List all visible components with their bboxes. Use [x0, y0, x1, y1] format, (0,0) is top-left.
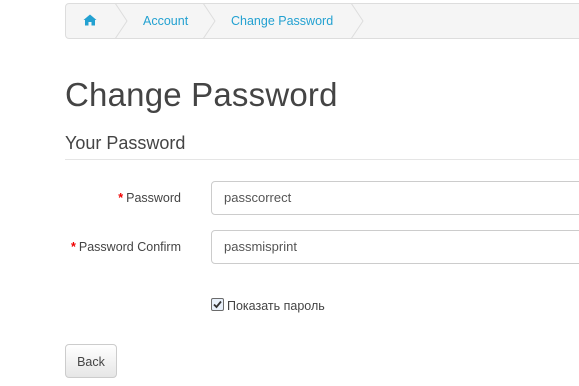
back-button[interactable]: Back	[65, 344, 117, 378]
show-password-checkbox[interactable]	[211, 298, 224, 311]
checkmark-icon	[213, 300, 222, 309]
show-password-label: Показать пароль	[227, 299, 325, 313]
breadcrumb-item-change-password[interactable]: Change Password	[231, 4, 333, 38]
breadcrumb-home[interactable]	[66, 4, 114, 38]
breadcrumb-separator	[115, 4, 128, 38]
password-label-text: Password	[126, 191, 181, 205]
password-confirm-label-text: Password Confirm	[78, 240, 181, 254]
form-legend: Your Password	[65, 133, 579, 160]
password-confirm-label: * Password Confirm	[65, 240, 181, 254]
password-label: * Password	[65, 191, 181, 205]
show-password-option[interactable]: Показать пароль	[211, 298, 325, 314]
home-icon[interactable]	[83, 14, 97, 28]
breadcrumb-separator	[203, 4, 216, 38]
breadcrumb-item-account[interactable]: Account	[143, 4, 188, 38]
page-title: Change Password	[65, 76, 338, 113]
breadcrumb: Account Change Password	[65, 3, 579, 39]
password-confirm-input[interactable]: passmisprint	[211, 230, 579, 264]
breadcrumb-separator	[351, 4, 364, 38]
required-marker: *	[118, 191, 124, 205]
required-marker: *	[71, 240, 76, 254]
password-input[interactable]: passcorrect	[211, 181, 579, 215]
